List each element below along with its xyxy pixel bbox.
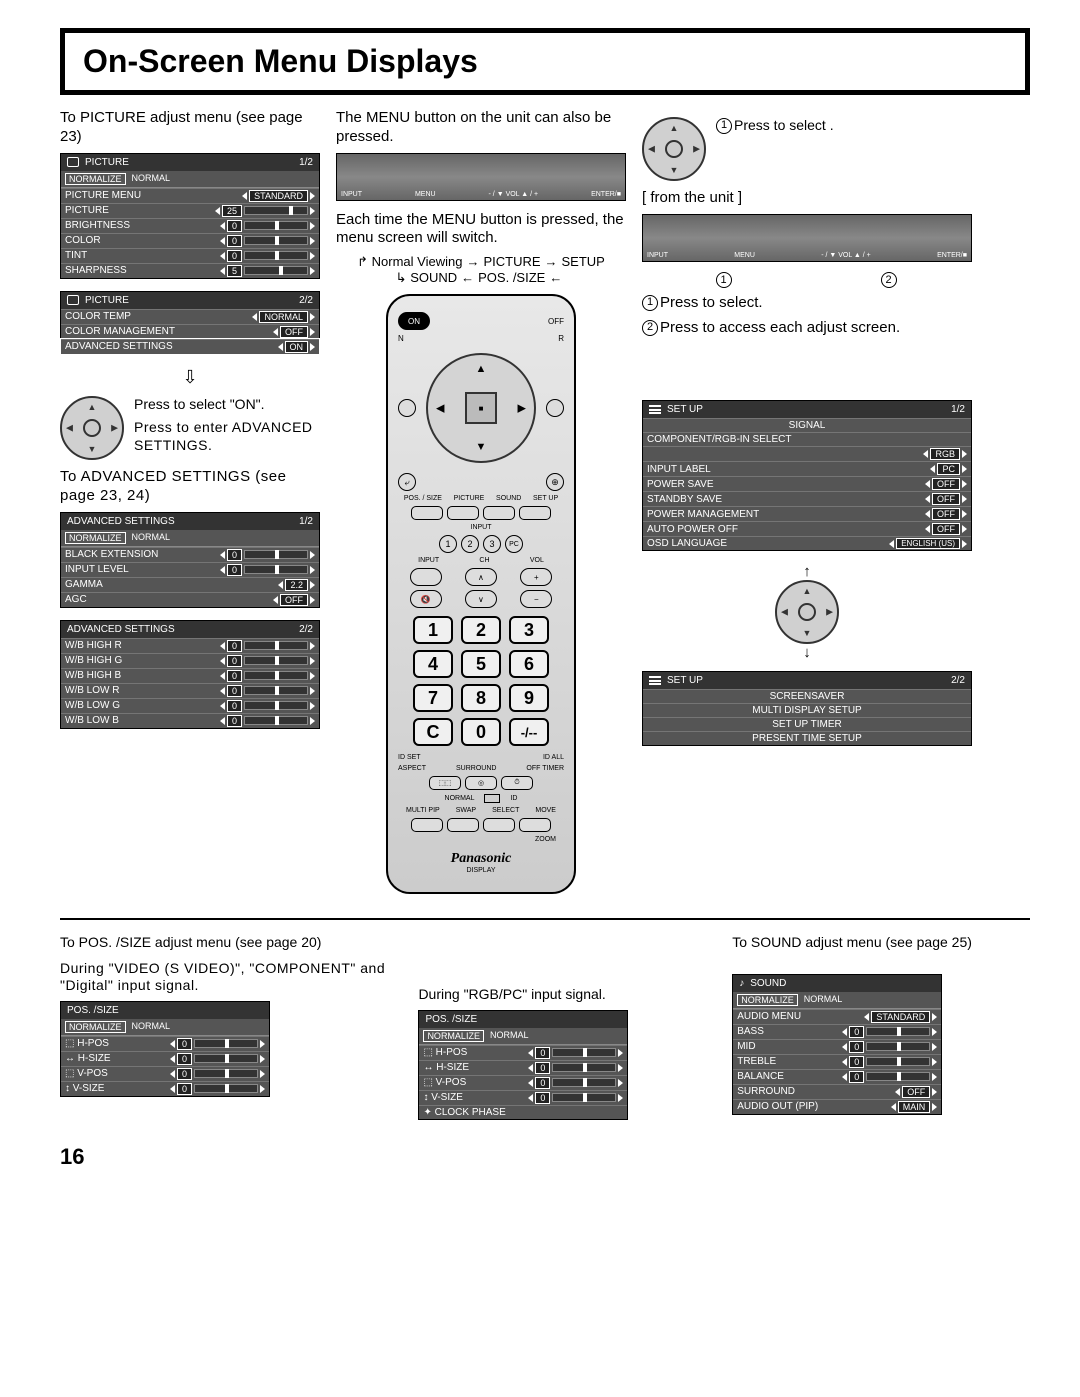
during-rgb-text: During "RGB/PC" input signal. bbox=[418, 986, 716, 1004]
dpad-diagram: ▲▼◀▶ bbox=[775, 580, 839, 644]
from-unit-label: [ from the unit ] bbox=[642, 189, 972, 208]
page-number: 16 bbox=[60, 1144, 1030, 1170]
osd-setup-1: SET UP1/2 SIGNAL COMPONENT/RGB-IN SELECT… bbox=[642, 400, 972, 551]
remote-plus-button[interactable]: ⊕ bbox=[546, 473, 564, 491]
unit-button-panel: INPUT MENU - / ▼ VOL ▲ / + ENTER/■ bbox=[642, 214, 972, 262]
remote-numpad: 123 456 789 C0-/-- bbox=[398, 616, 564, 746]
menu-note: The MENU button on the unit can also be … bbox=[336, 109, 626, 147]
to-pos-text: To POS. /SIZE adjust menu (see page 20) bbox=[60, 934, 402, 952]
menu-cycle-diagram: ↱ Normal Viewing→PICTURE→SETUP ↳ SOUND←P… bbox=[336, 254, 626, 286]
to-advanced-text: To ADVANCED SETTINGS (see page 23, 24) bbox=[60, 468, 320, 506]
remote-n-button[interactable] bbox=[398, 399, 416, 417]
dpad-diagram: ▲▼◀▶ bbox=[642, 117, 706, 181]
setup-icon bbox=[649, 405, 661, 415]
osd-pos-size-2: POS. /SIZE NORMALIZENORMAL ⬚ H-POS0 ↔ H-… bbox=[418, 1010, 628, 1120]
osd-sound: ♪SOUND NORMALIZENORMAL AUDIO MENUSTANDAR… bbox=[732, 974, 942, 1115]
osd-pos-size-1: POS. /SIZE NORMALIZENORMAL ⬚ H-POS0 ↔ H-… bbox=[60, 1001, 270, 1097]
arrow-down-icon: ⇩ bbox=[60, 367, 320, 388]
picture-icon bbox=[67, 157, 79, 167]
osd-picture-2: PICTURE 2/2 COLOR TEMPNORMAL COLOR MANAG… bbox=[60, 291, 320, 355]
osd-setup-2: SET UP2/2 SCREENSAVER MULTI DISPLAY SETU… bbox=[642, 671, 972, 746]
remote-center-button[interactable]: ■ bbox=[465, 392, 497, 424]
osd-advanced-2: ADVANCED SETTINGS2/2 W/B HIGH R0 W/B HIG… bbox=[60, 620, 320, 729]
each-time-text: Each time the MENU button is pressed, th… bbox=[336, 211, 626, 249]
circled-1-icon: 1 bbox=[716, 272, 732, 288]
remote-r-button[interactable] bbox=[546, 399, 564, 417]
picture-icon bbox=[67, 295, 79, 305]
remote-return-button[interactable]: ⤶ bbox=[398, 473, 416, 491]
unit-button-panel: INPUT MENU - / ▼ VOL ▲ / + ENTER/■ bbox=[336, 153, 626, 201]
remote-dpad[interactable]: ▲ ▼ ◀ ▶ ■ bbox=[426, 353, 536, 463]
brand-logo: Panasonic bbox=[398, 851, 564, 867]
osd-advanced-1: ADVANCED SETTINGS1/2 NORMALIZENORMAL BLA… bbox=[60, 512, 320, 608]
to-sound-text: To SOUND adjust menu (see page 25) bbox=[732, 934, 1030, 952]
remote-on-button[interactable]: ON bbox=[398, 312, 430, 330]
to-picture-text: To PICTURE adjust menu (see page 23) bbox=[60, 109, 320, 147]
dpad-diagram: ▲▼◀▶ bbox=[60, 396, 124, 460]
page-title: On-Screen Menu Displays bbox=[83, 43, 1007, 80]
osd-picture-1: PICTURE 1/2 NORMALIZENORMAL PICTURE MENU… bbox=[60, 153, 320, 279]
circled-2-icon: 2 bbox=[881, 272, 897, 288]
setup-icon bbox=[649, 676, 661, 686]
remote-control-diagram: ONOFF NR ▲ ▼ ◀ ▶ ■ ⤶⊕ POS. / SIZE PICTUR… bbox=[386, 294, 576, 894]
page-title-box: On-Screen Menu Displays bbox=[60, 28, 1030, 95]
during-video-text: During "VIDEO (S VIDEO)", "COMPONENT" an… bbox=[60, 960, 402, 995]
